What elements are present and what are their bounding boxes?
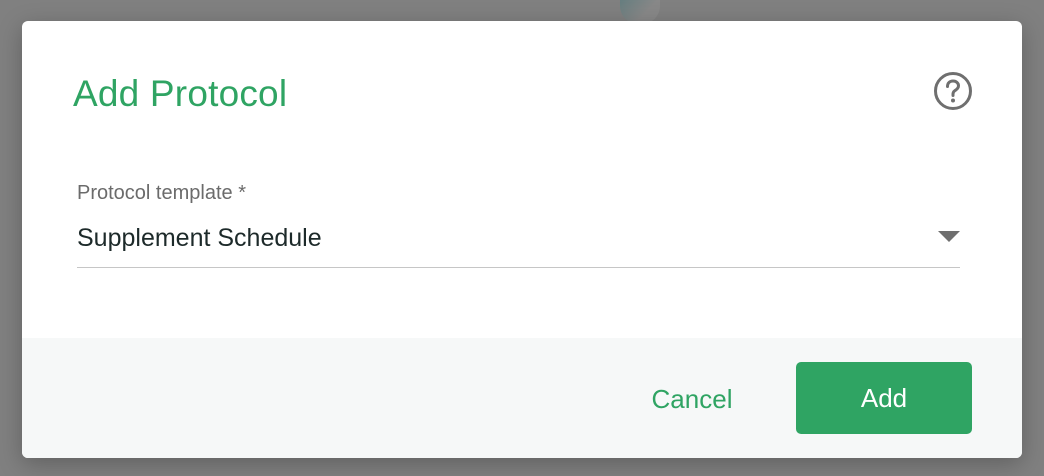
dialog-title: Add Protocol [73,73,288,114]
dialog-footer: Cancel Add [22,338,1022,458]
protocol-template-label: Protocol template * [77,182,246,204]
protocol-template-value: Supplement Schedule [77,224,322,252]
caret-down-icon [938,231,960,242]
help-button[interactable] [932,70,974,112]
cancel-button[interactable]: Cancel [632,380,752,418]
protocol-template-field: Protocol template * Supplement Schedule [77,179,960,269]
protocol-template-select[interactable]: Supplement Schedule [77,215,960,268]
add-protocol-dialog: Add Protocol Protocol template * Supplem… [22,21,1022,458]
help-circle-icon [934,72,972,110]
add-button[interactable]: Add [796,362,972,434]
